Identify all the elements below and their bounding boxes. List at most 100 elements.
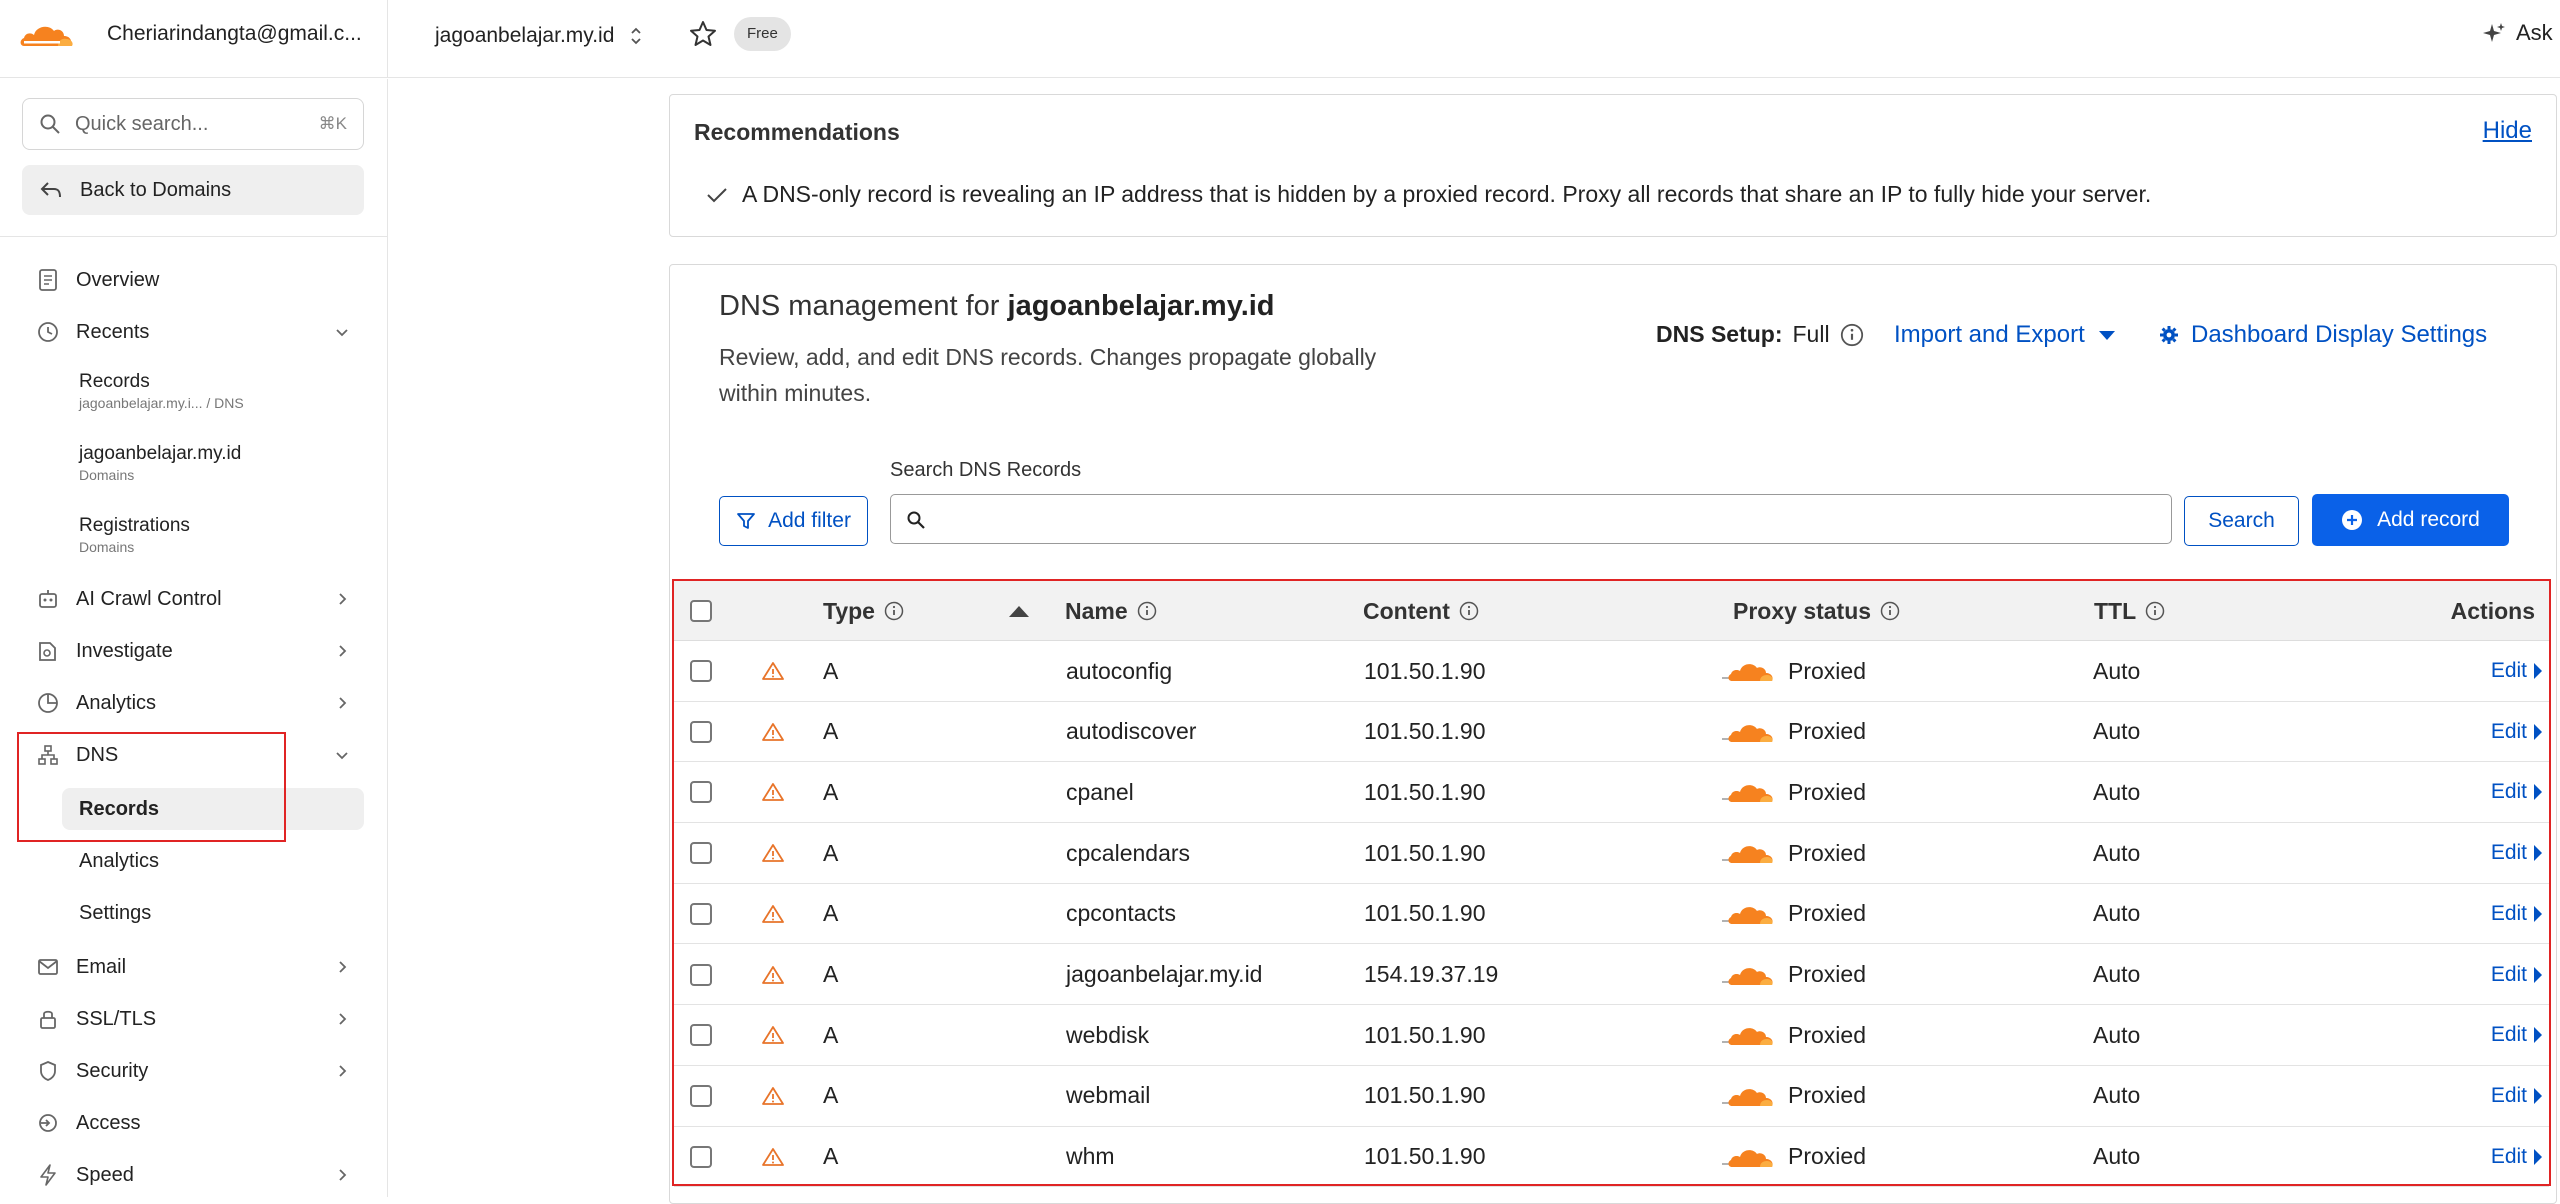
row-type: A <box>823 961 839 987</box>
search-button[interactable]: Search <box>2184 496 2299 546</box>
caret-right-icon <box>2534 966 2542 983</box>
info-icon[interactable] <box>2145 601 2165 621</box>
nav-email[interactable]: Email <box>22 945 364 989</box>
row-edit-link[interactable]: Edit <box>2491 641 2543 701</box>
nav-analytics[interactable]: Analytics <box>22 681 364 725</box>
row-checkbox[interactable] <box>690 1084 712 1107</box>
row-checkbox[interactable] <box>690 1145 712 1168</box>
row-checkbox[interactable] <box>690 963 712 986</box>
warning-icon[interactable] <box>762 1086 784 1106</box>
row-edit-link[interactable]: Edit <box>2491 823 2543 883</box>
row-checkbox[interactable] <box>690 902 712 925</box>
type-column-header[interactable]: Type <box>823 581 904 641</box>
row-edit-link[interactable]: Edit <box>2491 702 2543 762</box>
row-select-cell <box>690 641 712 701</box>
row-edit-label: Edit <box>2490 1144 2527 1168</box>
row-checkbox[interactable] <box>690 1024 712 1047</box>
row-checkbox[interactable] <box>690 660 712 682</box>
caret-right-icon <box>2534 1027 2542 1044</box>
nav-ssl-tls[interactable]: SSL/TLS <box>22 997 364 1041</box>
select-all-checkbox[interactable] <box>690 600 712 622</box>
nav-speed[interactable]: Speed <box>22 1153 364 1197</box>
row-select-cell <box>690 1066 712 1126</box>
row-select-cell <box>690 1127 712 1187</box>
row-select-cell <box>690 762 712 822</box>
cloudflare-logo[interactable] <box>18 19 76 51</box>
warning-icon[interactable] <box>762 904 784 924</box>
nav-overview-label: Overview <box>76 268 160 291</box>
row-edit-link[interactable]: Edit <box>2491 884 2543 944</box>
row-select-cell <box>690 823 712 883</box>
row-ttl: Auto <box>2093 718 2141 745</box>
recent-item-subtitle: Domains <box>79 467 135 483</box>
domain-selector[interactable]: jagoanbelajar.my.id <box>435 20 644 52</box>
warning-icon[interactable] <box>762 965 784 985</box>
topbar-divider <box>387 0 388 78</box>
caret-right-icon <box>2534 845 2542 862</box>
ask-ai-button[interactable]: Ask <box>2482 20 2553 46</box>
nav-security[interactable]: Security <box>22 1049 364 1093</box>
warning-icon[interactable] <box>762 1147 784 1167</box>
caret-right-icon <box>2534 1087 2542 1104</box>
row-type: A <box>823 1143 839 1170</box>
hide-recommendations-link[interactable]: Hide <box>2483 117 2532 145</box>
info-icon[interactable] <box>1880 601 1900 621</box>
dashboard-display-settings-link[interactable]: Dashboard Display Settings <box>2159 321 2487 349</box>
nav-investigate[interactable]: Investigate <box>22 629 364 673</box>
back-to-domains-button[interactable]: Back to Domains <box>22 165 364 215</box>
proxy-status-column-header[interactable]: Proxy status <box>1733 581 1900 641</box>
info-icon[interactable] <box>884 601 904 621</box>
add-filter-button[interactable]: Add filter <box>719 496 868 546</box>
chevron-right-icon <box>339 961 347 973</box>
row-edit-link[interactable]: Edit <box>2491 1066 2543 1126</box>
row-checkbox[interactable] <box>690 781 712 804</box>
quick-search-input[interactable]: Quick search... ⌘K <box>22 98 364 150</box>
nav-dns[interactable]: DNS <box>22 733 364 777</box>
row-edit-link[interactable]: Edit <box>2491 1005 2543 1065</box>
row-edit-link[interactable]: Edit <box>2491 762 2543 822</box>
nav-recents[interactable]: Recents <box>22 310 364 354</box>
check-icon <box>707 187 727 202</box>
warning-icon[interactable] <box>762 722 784 742</box>
proxy-status-header-label: Proxy status <box>1733 597 1872 624</box>
nav-ai-crawl-control[interactable]: AI Crawl Control <box>22 577 364 621</box>
warning-icon[interactable] <box>762 782 784 802</box>
nav-overview[interactable]: Overview <box>22 258 364 302</box>
cloud-icon <box>1722 664 1773 681</box>
dns-sub-analytics[interactable]: Analytics <box>62 840 364 882</box>
account-name[interactable]: Cheriarindangta@gmail.c... <box>107 22 362 46</box>
info-icon[interactable] <box>1459 601 1479 621</box>
cloud-icon <box>1722 785 1773 803</box>
row-checkbox[interactable] <box>690 842 712 865</box>
row-ttl: Auto <box>2093 1082 2141 1109</box>
name-column-header[interactable]: Name <box>1065 581 1157 641</box>
warning-icon[interactable] <box>762 1025 784 1045</box>
recent-item-registrations[interactable]: Registrations Domains <box>62 515 364 555</box>
row-edit-link[interactable]: Edit <box>2491 1127 2543 1187</box>
import-export-dropdown[interactable]: Import and Export <box>1894 321 2117 349</box>
info-icon[interactable] <box>1840 323 1864 347</box>
sort-ascending-icon[interactable] <box>1008 581 1030 641</box>
dns-sub-records[interactable]: Records <box>62 788 364 830</box>
chevron-right-icon <box>339 645 347 657</box>
row-proxy-status: Proxied <box>1722 1005 1866 1065</box>
recent-item-domain[interactable]: jagoanbelajar.my.id Domains <box>62 443 364 483</box>
search-icon <box>40 114 60 134</box>
row-edit-link[interactable]: Edit <box>2491 945 2543 1005</box>
search-dns-input[interactable] <box>890 494 2172 544</box>
quick-search-shortcut: ⌘K <box>318 114 347 133</box>
warning-icon[interactable] <box>762 843 784 863</box>
content-column-header[interactable]: Content <box>1363 581 1479 641</box>
nav-access[interactable]: Access <box>22 1101 364 1145</box>
row-name: webdisk <box>1066 1021 1150 1048</box>
add-record-button[interactable]: Add record <box>2312 494 2509 546</box>
warning-icon[interactable] <box>762 661 784 681</box>
dns-sub-settings[interactable]: Settings <box>62 892 364 934</box>
ttl-column-header[interactable]: TTL <box>2094 581 2165 641</box>
recent-item-records[interactable]: Records jagoanbelajar.my.i... / DNS <box>62 371 364 411</box>
info-icon[interactable] <box>1137 601 1157 621</box>
row-checkbox[interactable] <box>690 720 712 743</box>
row-content: 101.50.1.90 <box>1364 1082 1486 1109</box>
chevron-right-icon <box>339 1169 347 1181</box>
star-icon[interactable] <box>688 19 718 49</box>
